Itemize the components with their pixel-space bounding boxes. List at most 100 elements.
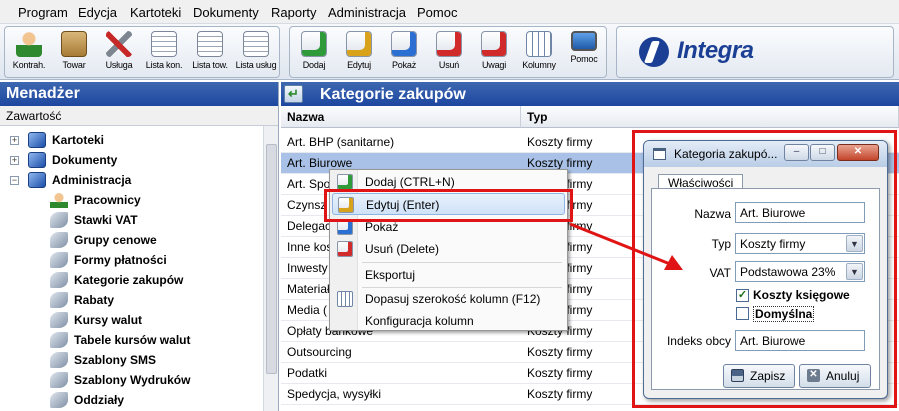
add-button-label: Dodaj bbox=[302, 60, 326, 70]
toolbar: Kontrah. Towar Usługa Lista kon. Lista t… bbox=[0, 24, 899, 80]
gears-icon bbox=[50, 332, 68, 348]
contractor-list-button-label: Lista kon. bbox=[145, 60, 183, 70]
edit-icon bbox=[346, 31, 372, 57]
column-header-nazwa[interactable]: Nazwa bbox=[281, 106, 521, 128]
tree-item-stawki-vat[interactable]: Stawki VAT bbox=[0, 211, 262, 231]
gears-icon bbox=[50, 232, 68, 248]
tree-item-label: Oddziały bbox=[74, 393, 125, 407]
tree-item-pracownicy[interactable]: Pracownicy bbox=[0, 191, 262, 211]
cell-nazwa: Art. BHP (sanitarne) bbox=[287, 135, 395, 149]
cell-nazwa: Media ( bbox=[287, 303, 328, 317]
collapse-icon[interactable]: − bbox=[10, 176, 19, 185]
tree-item-szablony-wydrukow[interactable]: Szablony Wydruków bbox=[0, 371, 262, 391]
edit-button[interactable]: Edytuj bbox=[337, 31, 381, 77]
menu-pomoc[interactable]: Pomoc bbox=[417, 5, 457, 20]
context-item-label: Pokaż bbox=[365, 220, 399, 234]
tree-item-label: Administracja bbox=[52, 173, 132, 187]
menu-edycja[interactable]: Edycja bbox=[78, 5, 117, 20]
service-button[interactable]: Usługa bbox=[97, 31, 141, 77]
columns-button-label: Kolumny bbox=[522, 60, 556, 70]
cell-nazwa: Inne kos bbox=[287, 240, 333, 254]
tree-item-label: Stawki VAT bbox=[74, 213, 138, 227]
tree-item-label: Dokumenty bbox=[52, 153, 118, 167]
cell-typ: Koszty firmy bbox=[527, 156, 593, 170]
back-arrow-icon[interactable]: ↵ bbox=[284, 85, 303, 103]
edit-highlight-annotation bbox=[324, 189, 573, 222]
notes-button[interactable]: Uwagi bbox=[472, 31, 516, 77]
service-list-button[interactable]: Lista usług bbox=[234, 31, 278, 77]
delete-icon bbox=[436, 31, 462, 57]
menu-dokumenty[interactable]: Dokumenty bbox=[193, 5, 259, 20]
help-button[interactable]: Pomoc bbox=[562, 31, 606, 77]
gears-icon bbox=[50, 272, 68, 288]
contractor-button[interactable]: Kontrah. bbox=[7, 31, 51, 77]
tree-item-szablony-sms[interactable]: Szablony SMS bbox=[0, 351, 262, 371]
tree-item-label: Rabaty bbox=[74, 293, 115, 307]
goods-list-icon bbox=[197, 31, 223, 57]
cell-typ: Koszty firmy bbox=[527, 387, 593, 401]
context-item-label: Konfiguracja kolumn bbox=[365, 314, 474, 328]
menu-kartoteki[interactable]: Kartoteki bbox=[130, 5, 181, 20]
gears-icon bbox=[50, 212, 68, 228]
goods-list-button[interactable]: Lista tow. bbox=[188, 31, 232, 77]
tree-item-grupy-cenowe[interactable]: Grupy cenowe bbox=[0, 231, 262, 251]
tree-item-formy-platnosci[interactable]: Formy płatności bbox=[0, 251, 262, 271]
cell-nazwa: Outsourcing bbox=[287, 345, 352, 359]
tree-item-kartoteki[interactable]: + Kartoteki bbox=[0, 131, 262, 151]
tree-item-administracja[interactable]: − Administracja bbox=[0, 171, 262, 191]
context-item-label: Eksportuj bbox=[365, 268, 416, 282]
tree-item-label: Kategorie zakupów bbox=[74, 273, 184, 287]
service-button-label: Usługa bbox=[105, 60, 133, 70]
context-export-item[interactable]: Eksportuj bbox=[332, 264, 565, 286]
tree-item-label: Grupy cenowe bbox=[74, 233, 157, 247]
cell-nazwa: Podatki bbox=[287, 366, 328, 380]
service-list-icon bbox=[243, 31, 269, 57]
tree-item-label: Szablony Wydruków bbox=[74, 373, 191, 387]
manager-panel-title: Menadżer bbox=[0, 82, 278, 106]
tree-item-oddzialy[interactable]: Oddziały bbox=[0, 391, 262, 411]
manager-panel: Menadżer Zawartość + Kartoteki + Dokumen… bbox=[0, 82, 279, 411]
tree-item-rabaty[interactable]: Rabaty bbox=[0, 291, 262, 311]
add-button[interactable]: Dodaj bbox=[292, 31, 336, 77]
notes-icon bbox=[481, 31, 507, 57]
book-icon bbox=[28, 152, 46, 168]
cell-nazwa: Spedycja, wysyłki bbox=[287, 387, 382, 401]
contractor-button-label: Kontrah. bbox=[12, 60, 46, 70]
context-item-label: Usuń (Delete) bbox=[365, 242, 440, 256]
tree-item-kursy-walut[interactable]: Kursy walut bbox=[0, 311, 262, 331]
menu-administracja[interactable]: Administracja bbox=[328, 5, 406, 20]
tree-item-dokumenty[interactable]: + Dokumenty bbox=[0, 151, 262, 171]
delete-button[interactable]: Usuń bbox=[427, 31, 471, 77]
tree-item-kategorie-zakupow[interactable]: Kategorie zakupów bbox=[0, 271, 262, 291]
menu-program[interactable]: Program bbox=[18, 5, 68, 20]
expand-icon[interactable]: + bbox=[10, 156, 19, 165]
gears-icon bbox=[50, 352, 68, 368]
gears-icon bbox=[50, 252, 68, 268]
context-fit-columns-item[interactable]: Dopasuj szerokość kolumn (F12) bbox=[332, 288, 565, 310]
goods-button[interactable]: Towar bbox=[52, 31, 96, 77]
context-configure-columns-item[interactable]: Konfiguracja kolumn bbox=[332, 310, 565, 332]
gears-icon bbox=[50, 312, 68, 328]
menu-bar: Program Edycja Kartoteki Dokumenty Rapor… bbox=[0, 0, 899, 24]
menu-separator bbox=[362, 262, 562, 263]
menu-raporty[interactable]: Raporty bbox=[271, 5, 317, 20]
contractor-person-icon bbox=[16, 31, 42, 57]
cell-typ: Koszty firmy bbox=[527, 345, 593, 359]
expand-icon[interactable]: + bbox=[10, 136, 19, 145]
integra-logo-icon bbox=[639, 37, 669, 67]
tree-item-label: Kartoteki bbox=[52, 133, 105, 147]
help-button-label: Pomoc bbox=[570, 54, 598, 64]
column-header-typ[interactable]: Typ bbox=[521, 106, 899, 128]
show-button[interactable]: Pokaż bbox=[382, 31, 426, 77]
tree-item-label: Szablony SMS bbox=[74, 353, 157, 367]
columns-button[interactable]: Kolumny bbox=[517, 31, 561, 77]
scrollbar-thumb[interactable] bbox=[266, 144, 277, 374]
tree-item-label: Formy płatności bbox=[74, 253, 167, 267]
edit-button-label: Edytuj bbox=[347, 60, 371, 70]
tree-item-tabele-kursow-walut[interactable]: Tabele kursów walut bbox=[0, 331, 262, 351]
brand-name: Integra bbox=[677, 37, 754, 64]
tree-scrollbar[interactable] bbox=[263, 126, 278, 411]
context-delete-item[interactable]: Usuń (Delete) bbox=[332, 238, 565, 260]
contractor-list-button[interactable]: Lista kon. bbox=[142, 31, 186, 77]
cell-nazwa: Inwesty bbox=[287, 261, 328, 275]
